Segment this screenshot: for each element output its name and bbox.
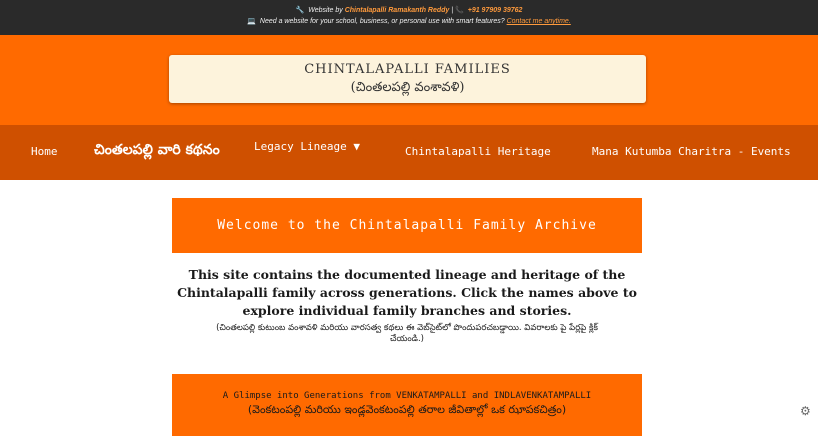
- nav-kathanam[interactable]: చింతలపల్లి వారి కథనం: [94, 142, 220, 161]
- intro-telugu-text: (చింతలపల్లి కుటుంబ వంశావళి మరియు వారసత్వ…: [216, 323, 598, 344]
- topbar-phone[interactable]: +91 97909 39762: [468, 7, 523, 14]
- welcome-title: Welcome to the Chintalapalli Family Arch…: [217, 218, 597, 233]
- top-announcement-bar: 🔧 Website by Chintalapalli Ramakanth Red…: [0, 0, 818, 35]
- site-subtitle: (చింతలపల్లి వంశావళి): [350, 80, 465, 95]
- nav-home[interactable]: Home: [31, 145, 58, 158]
- topbar-line-1: 🔧 Website by Chintalapalli Ramakanth Red…: [0, 5, 818, 16]
- topbar-promo-text: Need a website for your school, business…: [259, 18, 505, 25]
- topbar-separator: |: [451, 7, 454, 14]
- site-title-box: CHINTALAPALLI FAMILIES (చింతలపల్లి వంశావ…: [169, 55, 646, 103]
- wrench-icon: 🔧: [295, 7, 305, 14]
- phone-icon: 📞: [455, 7, 464, 14]
- intro-english-text: This site contains the documented lineag…: [177, 267, 637, 318]
- intro-section: This site contains the documented lineag…: [172, 266, 642, 345]
- nav-legacy-lineage-dropdown[interactable]: Legacy Lineage ▼: [254, 140, 360, 153]
- nav-events[interactable]: Mana Kutumba Charitra - Events: [592, 145, 791, 158]
- glimpse-title: A Glimpse into Generations from VENKATAM…: [222, 391, 592, 401]
- contact-link[interactable]: Contact me anytime.: [507, 18, 571, 25]
- site-title: CHINTALAPALLI FAMILIES: [304, 62, 511, 77]
- laptop-icon: 💻: [247, 18, 256, 25]
- main-navigation: Home చింతలపల్లి వారి కథనం Legacy Lineage…: [0, 125, 818, 180]
- welcome-banner: Welcome to the Chintalapalli Family Arch…: [172, 198, 642, 253]
- topbar-line-2: 💻 Need a website for your school, busine…: [0, 16, 818, 27]
- site-header: CHINTALAPALLI FAMILIES (చింతలపల్లి వంశావ…: [0, 35, 818, 125]
- nav-heritage[interactable]: Chintalapalli Heritage: [405, 145, 551, 158]
- topbar-prefix: Website by: [308, 7, 343, 14]
- topbar-author: Chintalapalli Ramakanth Reddy: [344, 7, 450, 14]
- gear-icon[interactable]: ⚙: [800, 405, 812, 417]
- glimpse-banner[interactable]: A Glimpse into Generations from VENKATAM…: [172, 374, 642, 436]
- glimpse-telugu-title: (వెంకటంపల్లి మరియు ఇండ్లవెంకటంపల్లి తరాల…: [247, 403, 567, 416]
